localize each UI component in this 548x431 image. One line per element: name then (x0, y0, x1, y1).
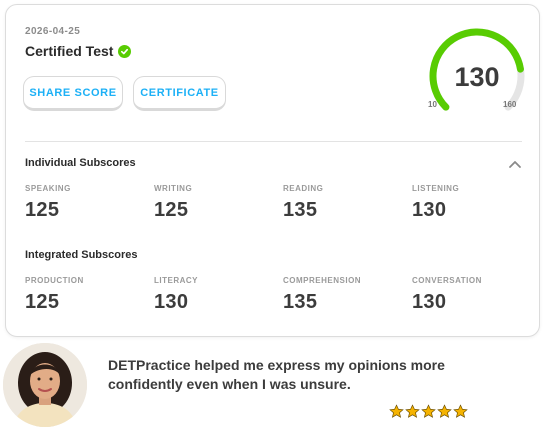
subscore-value: 125 (25, 291, 60, 313)
individual-subscores-title: Individual Subscores (25, 157, 136, 169)
subscore-conversation: CONVERSATION 130 (412, 276, 541, 314)
testimonial-avatar (3, 343, 87, 427)
subscore-production: PRODUCTION 125 (25, 276, 154, 314)
subscore-label: SPEAKING (25, 184, 71, 193)
certified-heading: Certified Test (25, 43, 132, 59)
integrated-subscores: PRODUCTION 125 LITERACY 130 COMPREHENSIO… (25, 276, 541, 314)
subscore-reading: READING 135 (283, 184, 412, 222)
star-icon (437, 404, 452, 418)
chevron-up-icon[interactable] (508, 159, 522, 169)
subscore-literacy: LITERACY 130 (154, 276, 283, 314)
check-circle-icon (118, 44, 132, 58)
test-date: 2026-04-25 (25, 26, 81, 37)
subscore-value: 130 (412, 291, 447, 313)
subscore-value: 130 (412, 199, 447, 221)
subscore-label: COMPREHENSION (283, 276, 362, 285)
subscore-value: 125 (25, 199, 60, 221)
subscore-label: LISTENING (412, 184, 460, 193)
subscore-value: 135 (283, 199, 318, 221)
subscore-writing: WRITING 125 (154, 184, 283, 222)
testimonial-quote: DETPractice helped me express my opinion… (108, 357, 445, 392)
gauge-min-label: 10 (428, 100, 437, 109)
subscore-label: CONVERSATION (412, 276, 482, 285)
star-icon (405, 404, 420, 418)
subscore-label: READING (283, 184, 324, 193)
subscore-label: WRITING (154, 184, 193, 193)
subscore-label: LITERACY (154, 276, 198, 285)
section-divider (25, 141, 522, 142)
star-icon (453, 404, 468, 418)
subscore-speaking: SPEAKING 125 (25, 184, 154, 222)
share-score-button[interactable]: SHARE SCORE (23, 76, 123, 111)
certified-title: Certified Test (25, 43, 114, 59)
subscore-listening: LISTENING 130 (412, 184, 541, 222)
subscore-value: 135 (283, 291, 318, 313)
gauge-score: 130 (454, 62, 499, 92)
score-card: 2026-04-25 Certified Test SHARE SCORE CE… (5, 4, 540, 337)
certificate-button[interactable]: CERTIFICATE (133, 76, 226, 111)
subscore-value: 130 (154, 291, 189, 313)
subscore-comprehension: COMPREHENSION 135 (283, 276, 412, 314)
subscore-label: PRODUCTION (25, 276, 84, 285)
subscore-value: 125 (154, 199, 189, 221)
star-icon (389, 404, 404, 418)
integrated-subscores-title: Integrated Subscores (25, 249, 138, 261)
star-icon (421, 404, 436, 418)
individual-subscores: SPEAKING 125 WRITING 125 READING 135 LIS… (25, 184, 541, 222)
rating-stars (389, 404, 468, 419)
gauge-max-label: 160 (503, 100, 517, 109)
